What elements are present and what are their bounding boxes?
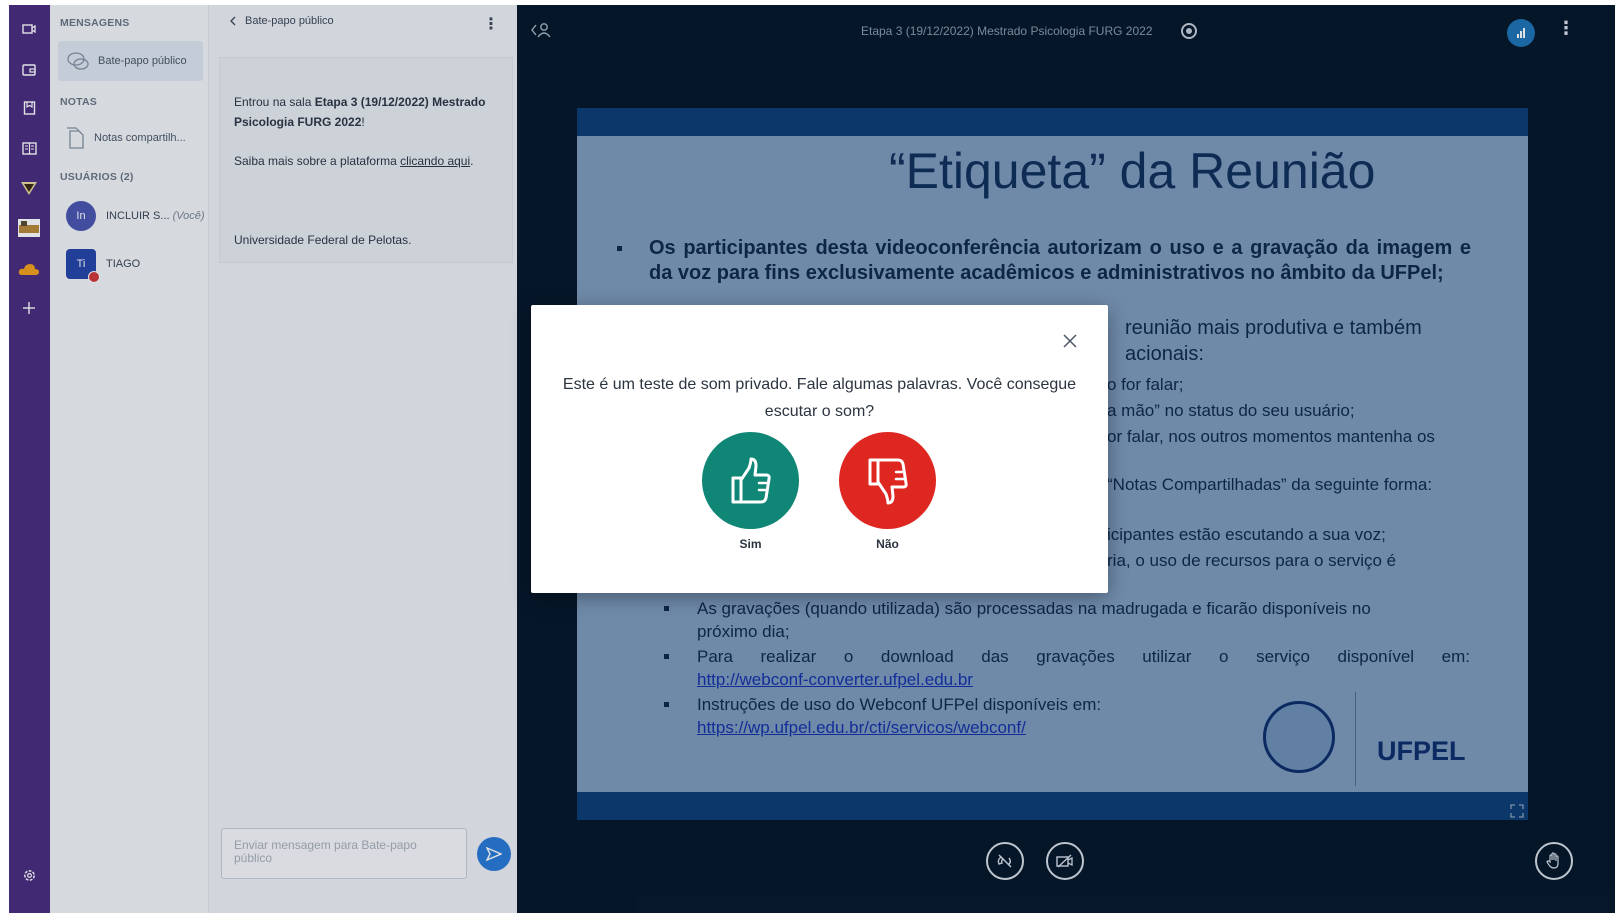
send-button[interactable] [477, 837, 511, 871]
slide-link[interactable]: http://webconf-converter.ufpel.edu.br [697, 667, 973, 692]
welcome-prefix: Entrou na sala [234, 95, 315, 109]
slide-top-bar [577, 108, 1528, 136]
bullet [664, 606, 669, 611]
slide-bottom-bar [577, 792, 1528, 820]
connection-status-icon[interactable] [1507, 19, 1535, 47]
yes-button[interactable]: Sim [702, 432, 799, 551]
info-prefix: Saiba mais sobre a plataforma [234, 154, 401, 168]
app-rail [9, 5, 50, 913]
chat-panel: Bate-papo público ⋮ Entrou na sala Etapa… [209, 5, 517, 913]
welcome-message: Entrou na sala Etapa 3 (19/12/2022) Mest… [234, 92, 504, 132]
cloud-app-icon[interactable] [17, 257, 41, 281]
user-list-item[interactable]: Ti TIAGO [66, 249, 141, 283]
info-suffix: . [470, 154, 474, 168]
close-icon[interactable] [1060, 331, 1080, 351]
slide-line: icipantes estão escutando a sua voz; [1107, 525, 1386, 544]
shield-app-icon[interactable] [17, 176, 41, 200]
unmute-button[interactable] [986, 842, 1024, 880]
bullet [617, 246, 622, 251]
fullscreen-icon[interactable] [1510, 804, 1524, 821]
welcome-suffix: ! [361, 115, 365, 129]
send-icon [486, 847, 502, 861]
shared-notes-label: Notas compartilh... [94, 132, 186, 144]
hand-icon [1546, 852, 1559, 869]
slide-link[interactable]: https://wp.ufpel.edu.br/cti/servicos/web… [697, 715, 1026, 740]
bullet [664, 654, 669, 659]
settings-gear-icon[interactable] [17, 863, 41, 887]
chat-bubbles-icon [67, 52, 89, 70]
video-icon[interactable] [17, 17, 41, 41]
public-chat-label: Bate-papo público [98, 55, 187, 67]
chat-message-input[interactable]: Enviar mensagem para Bate-papo público [221, 828, 467, 879]
slide-line: acionais: [1125, 343, 1204, 365]
slide-line: a mão” no status do seu usuário; [1107, 401, 1355, 420]
recording-icon[interactable] [1181, 23, 1197, 39]
document-icon [67, 127, 84, 149]
options-menu-icon[interactable]: ⋮ [1557, 19, 1575, 37]
no-circle[interactable] [839, 432, 936, 529]
echo-test-modal: Este é um teste de som privado. Fale alg… [531, 305, 1108, 593]
slide-line: “Notas Compartilhadas” da seguinte forma… [1107, 475, 1433, 494]
chat-title: Bate-papo público [245, 15, 334, 27]
bookmark-icon[interactable] [17, 96, 41, 120]
public-chat-item[interactable]: Bate-papo público [58, 41, 203, 81]
slide-line: o for falar; [1107, 375, 1184, 394]
info-message: Saiba mais sobre a plataforma clicando a… [234, 151, 504, 171]
meeting-title: Etapa 3 (19/12/2022) Mestrado Psicologia… [861, 24, 1153, 38]
raise-hand-button[interactable] [1535, 842, 1573, 880]
bullet [664, 702, 669, 707]
side-panel: MENSAGENS Bate-papo público NOTAS Notas … [50, 5, 209, 913]
slide-line: Para realizar o download das gravações u… [697, 647, 1470, 666]
slide-line: reunião mais produtiva e também [1125, 317, 1422, 339]
camera-off-icon [1056, 854, 1073, 868]
slide-line: ria, o uso de recursos para o serviço é [1107, 551, 1397, 570]
slide-paragraph: Os participantes desta videoconferência … [649, 237, 1471, 284]
webconf-link[interactable]: https://wp.ufpel.edu.br/cti/servicos/web… [697, 718, 1026, 737]
more-info-link[interactable]: clicando aqui [400, 154, 470, 168]
book-icon[interactable] [17, 136, 41, 160]
no-label: Não [876, 537, 899, 551]
chat-message-list: Entrou na sala Etapa 3 (19/12/2022) Mest… [219, 57, 513, 263]
slide-line: or falar, nos outros momentos mantenha o… [1107, 427, 1435, 446]
logo-divider [1355, 692, 1356, 786]
notes-heading: NOTAS [60, 96, 97, 108]
gallery-app-icon[interactable] [17, 216, 41, 240]
messages-heading: MENSAGENS [60, 17, 130, 29]
slide-line: As gravações (quando utilizada) são proc… [697, 599, 1371, 618]
yes-circle[interactable] [702, 432, 799, 529]
users-heading: USUÁRIOS (2) [60, 171, 134, 183]
user-avatar: Ti [66, 249, 100, 283]
chat-options-icon[interactable]: ⋮ [483, 14, 499, 34]
muted-mic-icon [88, 271, 100, 283]
university-seal-logo [1263, 701, 1335, 773]
ufpel-logo-text: UFPEL [1377, 736, 1466, 766]
user-avatar: In [66, 201, 96, 231]
audio-off-icon [997, 854, 1012, 868]
user-name: INCLUIR S... [106, 210, 170, 222]
no-button[interactable]: Não [839, 432, 936, 551]
slide-line: Instruções de uso do Webconf UFPel dispo… [697, 695, 1102, 714]
slide-line: próximo dia; [697, 622, 790, 641]
avatar-initials: Ti [76, 258, 86, 270]
user-name: TIAGO [106, 258, 141, 270]
university-message: Universidade Federal de Pelotas. [234, 233, 412, 247]
chevron-left-icon [230, 16, 236, 26]
slide-title: “Etiqueta” da Reunião [889, 143, 1376, 199]
thumbs-down-icon [868, 458, 908, 504]
you-tag: (Você) [172, 210, 205, 222]
thumbs-up-icon [731, 457, 771, 503]
wallet-icon[interactable] [17, 57, 41, 81]
app-window: MENSAGENS Bate-papo público NOTAS Notas … [9, 5, 1615, 913]
converter-link[interactable]: http://webconf-converter.ufpel.edu.br [697, 670, 973, 689]
user-list-item[interactable]: In INCLUIR S... (Você) [66, 201, 205, 231]
chat-back-button[interactable]: Bate-papo público [229, 15, 334, 27]
camera-button[interactable] [1046, 842, 1084, 880]
yes-label: Sim [739, 537, 762, 551]
echo-test-question: Este é um teste de som privado. Fale alg… [562, 376, 1077, 420]
shared-notes-item[interactable]: Notas compartilh... [58, 118, 203, 158]
add-icon[interactable] [17, 296, 41, 320]
toggle-users-icon[interactable] [531, 22, 551, 43]
